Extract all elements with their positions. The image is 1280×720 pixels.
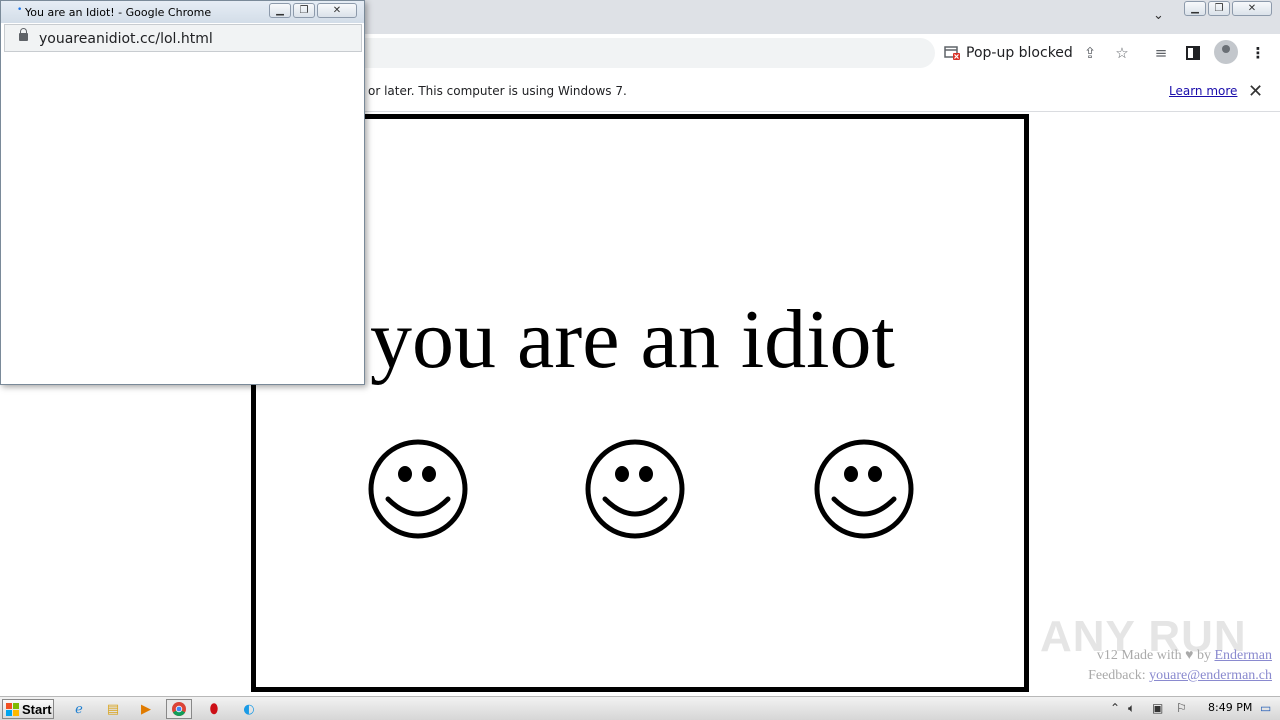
credits-line-2: Feedback: youare@enderman.ch xyxy=(1088,666,1272,686)
volume-icon[interactable]: 🔈︎ xyxy=(1128,701,1135,716)
popup-blocked-indicator[interactable]: Pop-up blocked xyxy=(944,43,1073,63)
popup-title: You are an Idiot! - Google Chrome xyxy=(25,6,212,19)
share-icon[interactable]: ⇪ xyxy=(1079,42,1101,64)
windows-logo-icon xyxy=(6,702,19,716)
chrome-favicon-icon: • xyxy=(17,5,23,15)
restore-button[interactable]: ❐ xyxy=(1208,1,1230,16)
media-player-icon[interactable]: ▶ xyxy=(135,699,157,719)
chrome-taskbar-icon[interactable] xyxy=(166,699,192,719)
tray-expand-icon[interactable]: ⌃ xyxy=(1110,701,1120,715)
infobar-message: or later. This computer is using Windows… xyxy=(368,84,627,98)
popup-blocked-icon xyxy=(944,46,960,60)
edge-icon[interactable]: ◐ xyxy=(238,699,260,719)
tab-search-chevron-icon[interactable]: ⌄ xyxy=(1153,8,1164,23)
popup-blocked-label: Pop-up blocked xyxy=(966,45,1073,61)
popup-restore-button[interactable]: ❐ xyxy=(293,3,315,18)
learn-more-link[interactable]: Learn more xyxy=(1169,84,1237,98)
popup-url: youareanidiot.cc/lol.html xyxy=(39,31,213,47)
start-button[interactable]: Start xyxy=(2,699,54,719)
close-button[interactable]: ✕ xyxy=(1232,1,1272,16)
feedback-email-link[interactable]: youare@enderman.ch xyxy=(1149,668,1272,683)
page-frame: you are an idiot xyxy=(251,114,1029,692)
feedback-label: Feedback: xyxy=(1088,668,1146,683)
media-control-icon[interactable]: ≡ xyxy=(1150,42,1172,64)
credits-by: by xyxy=(1196,648,1211,663)
popup-minimize-button[interactable]: ▁ xyxy=(269,3,291,18)
smiley-face-icon xyxy=(814,439,914,539)
popup-window[interactable]: • You are an Idiot! - Google Chrome ▁ ❐ … xyxy=(0,0,365,385)
popup-close-button[interactable]: ✕ xyxy=(317,3,357,18)
popup-address-bar[interactable]: youareanidiot.cc/lol.html xyxy=(4,24,362,52)
opera-icon[interactable]: ⬮ xyxy=(203,699,225,719)
popup-window-controls: ▁ ❐ ✕ xyxy=(269,3,357,18)
credits-prefix: v12 Made with xyxy=(1096,648,1182,663)
heart-icon: ♥ xyxy=(1185,648,1194,663)
kebab-menu-icon[interactable]: ⋮ xyxy=(1247,42,1269,64)
start-label: Start xyxy=(22,701,52,717)
smiley-face-icon xyxy=(368,439,468,539)
network-icon[interactable]: ▣ xyxy=(1152,701,1163,715)
main-window-controls: ▁ ❐ ✕ xyxy=(1184,1,1272,16)
author-link[interactable]: Enderman xyxy=(1214,648,1272,663)
popup-title-bar[interactable]: • You are an Idiot! - Google Chrome ▁ ❐ … xyxy=(1,1,364,23)
credits: v12 Made with ♥ by Enderman Feedback: yo… xyxy=(1088,646,1272,686)
minimize-button[interactable]: ▁ xyxy=(1184,1,1206,16)
profile-avatar-icon[interactable] xyxy=(1214,40,1238,64)
smiley-face-icon xyxy=(585,439,685,539)
infobar-close-icon[interactable]: ✕ xyxy=(1248,81,1263,102)
bookmark-star-icon[interactable]: ☆ xyxy=(1111,42,1133,64)
file-explorer-icon[interactable]: ▤ xyxy=(102,699,124,719)
taskbar: Start ℯ ▤ ▶ ⬮ ◐ ⌃ 🔈︎ ▣ ⚐ 8:49 PM ▭ xyxy=(0,696,1280,720)
action-center-flag-icon[interactable]: ⚐ xyxy=(1176,701,1187,715)
taskbar-clock[interactable]: 8:49 PM xyxy=(1208,701,1252,714)
show-desktop-icon[interactable]: ▭ xyxy=(1260,701,1271,715)
internet-explorer-icon[interactable]: ℯ xyxy=(68,699,90,719)
credits-line-1: v12 Made with ♥ by Enderman xyxy=(1088,646,1272,666)
side-panel-icon[interactable] xyxy=(1182,42,1204,64)
lock-icon xyxy=(19,28,28,41)
headline: you are an idiot xyxy=(370,293,895,386)
